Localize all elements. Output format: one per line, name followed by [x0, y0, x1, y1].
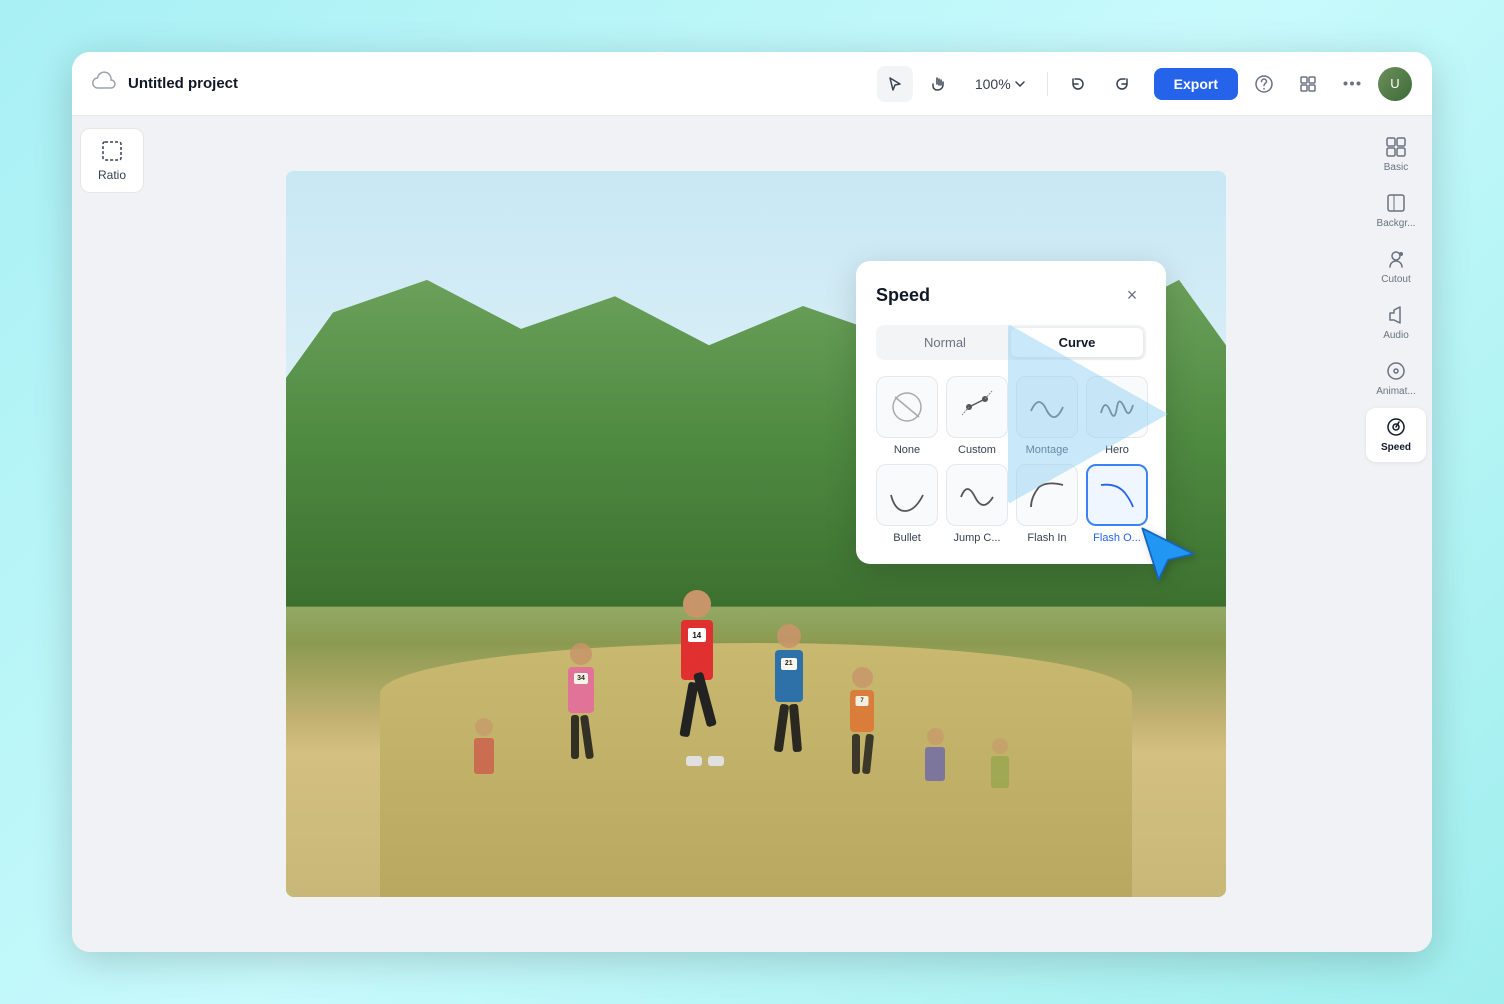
zoom-value: 100% [975, 76, 1011, 92]
select-tool-btn[interactable] [877, 66, 913, 102]
curve-box-bullet [876, 464, 938, 526]
more-btn[interactable] [1334, 66, 1370, 102]
sidebar-item-cutout[interactable]: Cutout [1366, 240, 1426, 294]
hand-tool-btn[interactable] [921, 66, 957, 102]
sidebar-item-speed[interactable]: Speed [1366, 408, 1426, 462]
curves-grid: None [876, 376, 1146, 544]
curve-box-flash-out [1086, 464, 1148, 526]
sidebar-item-background[interactable]: Backgr... [1366, 184, 1426, 238]
header-left: Untitled project [92, 70, 863, 97]
divider [1047, 72, 1048, 96]
header-center: 100% [877, 66, 1140, 102]
undo-btn[interactable] [1060, 66, 1096, 102]
header: Untitled project 100% [72, 52, 1432, 116]
ratio-button[interactable]: Ratio [80, 128, 144, 193]
speed-panel: Speed × Normal Curve [856, 261, 1166, 564]
right-sidebar: Basic Backgr... [1360, 116, 1432, 952]
curve-item-jump-cut[interactable]: Jump C... [946, 464, 1008, 544]
sidebar-item-audio[interactable]: Audio [1366, 296, 1426, 350]
help-btn[interactable] [1246, 66, 1282, 102]
close-panel-btn[interactable]: × [1118, 281, 1146, 309]
canvas-image: 14 21 [286, 171, 1226, 897]
cutout-label: Cutout [1381, 274, 1410, 286]
curve-label-jump-cut: Jump C... [953, 532, 1000, 544]
cursor-arrow [1133, 519, 1203, 594]
basic-label: Basic [1384, 162, 1408, 174]
background-label: Backgr... [1377, 218, 1416, 230]
main-area: Ratio [72, 116, 1432, 952]
zoom-control[interactable]: 100% [965, 70, 1035, 98]
curve-label-none: None [894, 444, 920, 456]
panel-header: Speed × [876, 281, 1146, 309]
sidebar-item-animate[interactable]: Animat... [1366, 352, 1426, 406]
curve-box-jump-cut [946, 464, 1008, 526]
curve-box-none [876, 376, 938, 438]
cloud-icon [92, 70, 118, 97]
left-toolbar: Ratio [72, 116, 152, 952]
canvas-area: 14 21 [152, 116, 1360, 952]
ratio-label: Ratio [98, 168, 126, 182]
basic-icon [1385, 136, 1407, 158]
redo-btn[interactable] [1104, 66, 1140, 102]
speed-icon [1385, 416, 1407, 438]
close-label: × [1127, 285, 1138, 306]
curve-label-flash-in: Flash In [1027, 532, 1066, 544]
curve-item-none[interactable]: None [876, 376, 938, 456]
curve-label-custom: Custom [958, 444, 996, 456]
user-avatar[interactable]: U [1378, 67, 1412, 101]
speed-label: Speed [1381, 442, 1411, 454]
background-icon [1385, 192, 1407, 214]
export-button[interactable]: Export [1154, 68, 1238, 100]
curve-item-bullet[interactable]: Bullet [876, 464, 938, 544]
sidebar-item-basic[interactable]: Basic [1366, 128, 1426, 182]
app-window: Untitled project 100% [72, 52, 1432, 952]
animate-label: Animat... [1376, 386, 1415, 398]
audio-label: Audio [1383, 330, 1409, 342]
audio-icon [1385, 304, 1407, 326]
curve-item-flash-out[interactable]: Flash O... [1086, 464, 1148, 544]
curve-label-bullet: Bullet [893, 532, 921, 544]
project-title: Untitled project [128, 75, 238, 92]
layers-btn[interactable] [1290, 66, 1326, 102]
curve-box-custom [946, 376, 1008, 438]
tab-normal[interactable]: Normal [879, 328, 1011, 357]
panel-title: Speed [876, 285, 930, 306]
animate-icon [1385, 360, 1407, 382]
header-right: Export [1154, 66, 1412, 102]
cutout-icon [1385, 248, 1407, 270]
curve-item-custom[interactable]: Custom [946, 376, 1008, 456]
